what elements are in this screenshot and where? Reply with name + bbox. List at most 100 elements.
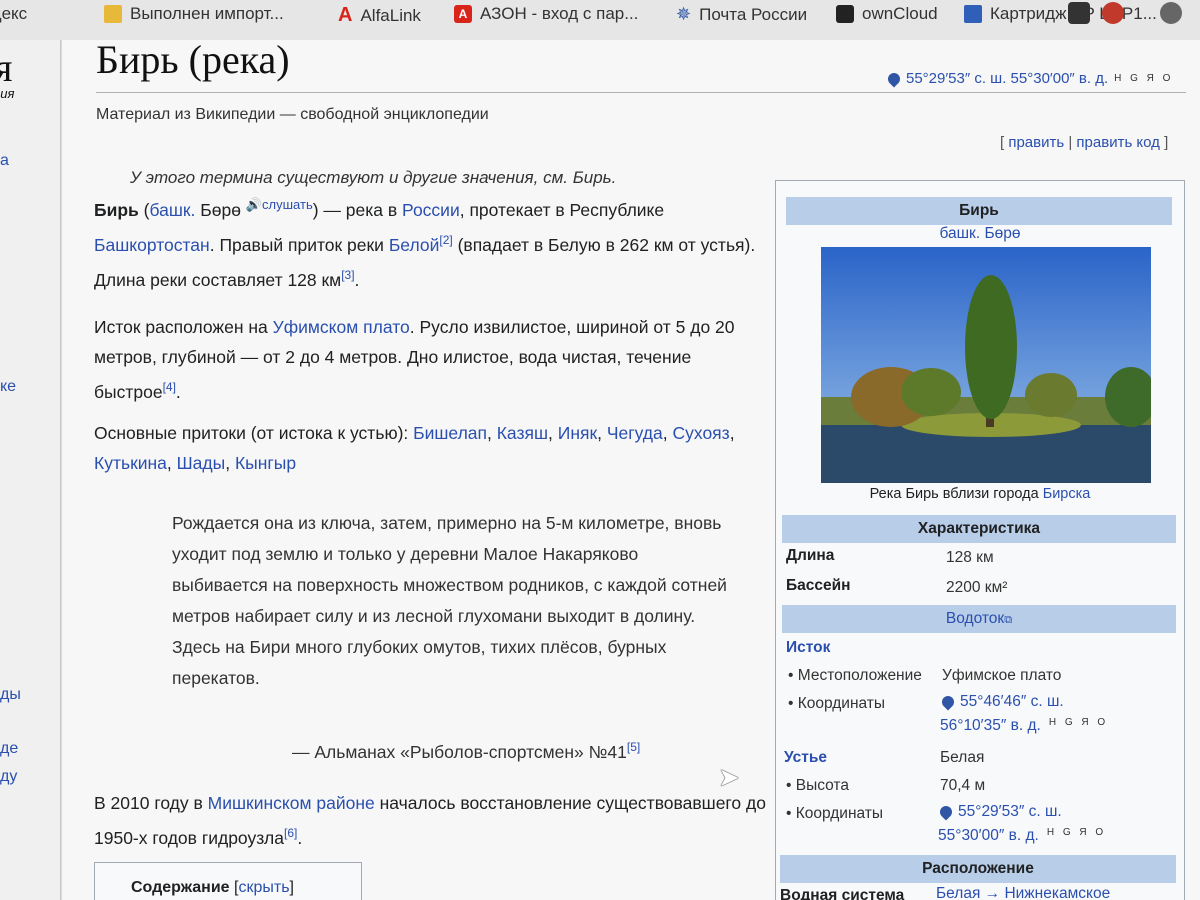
bookmark-label: АЗОН - вход с пар... (480, 4, 639, 23)
sidebar-link[interactable]: ке (0, 378, 16, 396)
mouth-lat[interactable]: 55°29′53″ с. ш. (958, 803, 1062, 821)
tributary-link[interactable]: Кынгыр (235, 453, 296, 473)
header-coordinates[interactable]: 55°29′53″ с. ш. 55°30′00″ в. д. H G Я O (885, 70, 1173, 87)
text: В 2010 году в (94, 793, 208, 813)
infobox-title: Бирь (786, 197, 1172, 225)
edit-links: [ править | править код ] (1000, 134, 1169, 151)
link-russia[interactable]: России (402, 200, 460, 220)
mouth-coords-label[interactable]: • Координаты (786, 805, 883, 823)
folder-icon (104, 5, 122, 23)
profile-icon[interactable] (1102, 2, 1124, 24)
sidebar-link[interactable]: де (0, 740, 18, 758)
mouth-lon[interactable]: 55°30′00″ в. д. (938, 827, 1039, 845)
russian-post-icon: ✵ (676, 4, 692, 24)
toc-toggle[interactable]: скрыть (238, 879, 289, 896)
bookmark-label: Яндекс (0, 4, 28, 23)
watercourse-link[interactable]: Водоток (946, 610, 1004, 627)
mouth-coordinates[interactable]: 55°29′53″ с. ш. (937, 803, 1062, 821)
link-bashkortostan[interactable]: Башкортостан (94, 235, 210, 255)
infobox-native-link[interactable]: башк. Бөрө (939, 225, 1020, 242)
bookmark-hp-cartridge[interactable]: Картридж HP LJ P1... (964, 4, 1157, 24)
bookmarks-bar: Яндекс Выполнен импорт... A AlfaLink A А… (0, 0, 1200, 41)
tributary-link[interactable]: Казяш (497, 423, 548, 443)
source-coords-label[interactable]: • Координаты (788, 695, 885, 713)
blockquote: Рождается она из ключа, затем, примерно … (172, 513, 727, 688)
wiki-logo-subtitle: едия (0, 86, 15, 101)
edit-source-link[interactable]: править код (1076, 134, 1160, 151)
bookmark-owncloud[interactable]: ownCloud (836, 4, 938, 24)
tributary-link[interactable]: Чегуда (607, 423, 663, 443)
bookmark-label: AlfaLink (360, 5, 421, 25)
river-photo[interactable] (821, 247, 1151, 483)
coordinate-map-links[interactable]: H G Я O (1114, 73, 1173, 84)
source-lon[interactable]: 56°10′35″ в. д. (940, 717, 1041, 735)
section-characteristics: Характеристика (782, 515, 1176, 543)
tributary-link[interactable]: Бишелап (413, 423, 487, 443)
listen-label: слушать (262, 197, 313, 212)
location-label: • Местоположение (788, 667, 922, 684)
listen-link[interactable]: 🔊слушать (246, 197, 313, 212)
tributary-link[interactable]: Иняк (558, 423, 597, 443)
tributary-link[interactable]: Кутькина (94, 453, 167, 473)
coordinates-text[interactable]: 55°29′53″ с. ш. 55°30′00″ в. д. (906, 70, 1108, 87)
link-ufa-plateau[interactable]: Уфимском плато (273, 317, 410, 337)
mouth-label[interactable]: Устье (784, 749, 827, 767)
article-content: Бирь (река) 55°29′53″ с. ш. 55°30′00″ в.… (62, 40, 1200, 900)
tributary-link[interactable]: Шады (177, 453, 226, 473)
wiki-logo[interactable]: я (0, 44, 12, 91)
extension-icon[interactable] (1068, 2, 1090, 24)
site-subtitle: Материал из Википедии — свободной энцикл… (96, 106, 489, 123)
ref-4[interactable]: [4] (163, 380, 176, 394)
source-coordinates[interactable]: 55°46′46″ с. ш. (939, 693, 1064, 711)
ref-3[interactable]: [3] (341, 268, 354, 282)
text: ) — река в (312, 199, 403, 220)
text: . Правый приток реки (209, 234, 389, 255)
length-label: Длина (786, 547, 835, 564)
paragraph-hydro: В 2010 году в Мишкинском районе началось… (94, 793, 766, 848)
tributary-link[interactable]: Сухояз (673, 423, 730, 443)
ref-5[interactable]: [5] (627, 740, 640, 754)
lang-link[interactable]: башк. (150, 200, 196, 220)
caption-text: Река Бирь вблизи города (869, 486, 1043, 502)
external-link-icon: ⧉ (1004, 614, 1013, 626)
text: Исток расположен на (94, 317, 273, 337)
link-belaya[interactable]: Белой (389, 235, 440, 255)
paragraph-source: Исток расположен на Уфимском плато. Русл… (94, 317, 735, 402)
basin-label: Бассейн (786, 577, 851, 594)
sidebar-link[interactable]: а (0, 152, 9, 170)
infobox-native-name: башк. Бөрө (776, 225, 1184, 243)
mouth-value[interactable]: Белая (940, 749, 984, 767)
source-lat[interactable]: 55°46′46″ с. ш. (960, 693, 1064, 711)
alfa-icon: A (338, 4, 353, 26)
sidebar-link[interactable]: ду (0, 768, 17, 786)
menu-icon[interactable] (1160, 2, 1182, 24)
bookmark-russian-post[interactable]: ✵ Почта России (676, 4, 807, 25)
link-mishkino-district[interactable]: Мишкинском районе (208, 793, 375, 813)
section-location: Расположение (780, 855, 1176, 883)
quote-source: — Альманах «Рыболов-спортсмен» №41[5] (292, 740, 640, 763)
source-label[interactable]: Исток (786, 639, 830, 657)
coordinate-map-links[interactable]: H G Я O (1049, 717, 1108, 735)
ref-2[interactable]: [2] (439, 233, 452, 247)
link-birsk[interactable]: Бирска (1043, 486, 1091, 502)
water-system-link[interactable]: Белая → Нижнекамское (936, 885, 1110, 900)
paragraph-tributaries: Основные притоки (от истока к устью): Би… (94, 423, 735, 473)
quote-source-text: — Альманах «Рыболов-спортсмен» №41 (292, 741, 627, 762)
sidebar-link[interactable]: ды (0, 686, 21, 704)
ref-6[interactable]: [6] (284, 826, 297, 840)
source-coordinates-line2: 56°10′35″ в. д. H G Я O (940, 717, 1108, 735)
bookmark-yandex[interactable]: Яндекс (0, 4, 27, 24)
edit-link[interactable]: править (1008, 134, 1064, 151)
location-value[interactable]: Уфимское плато (942, 667, 1061, 685)
mouse-cursor-icon: ➤ (718, 762, 740, 792)
toc-header: Содержание [скрыть] (131, 879, 294, 896)
coordinate-map-links[interactable]: H G Я O (1047, 827, 1106, 845)
basin-value: 2200 км² (946, 579, 1008, 596)
bookmark-ozon[interactable]: A АЗОН - вход с пар... (454, 4, 638, 24)
map-pin-icon (939, 693, 957, 711)
height-value: 70,4 м (940, 777, 986, 794)
hatnote: У этого термина существуют и другие знач… (130, 168, 617, 187)
bookmark-label: ownCloud (862, 4, 938, 23)
bookmark-alfalink[interactable]: A AlfaLink (338, 4, 421, 27)
bookmark-imported-folder[interactable]: Выполнен импорт... (104, 4, 284, 24)
